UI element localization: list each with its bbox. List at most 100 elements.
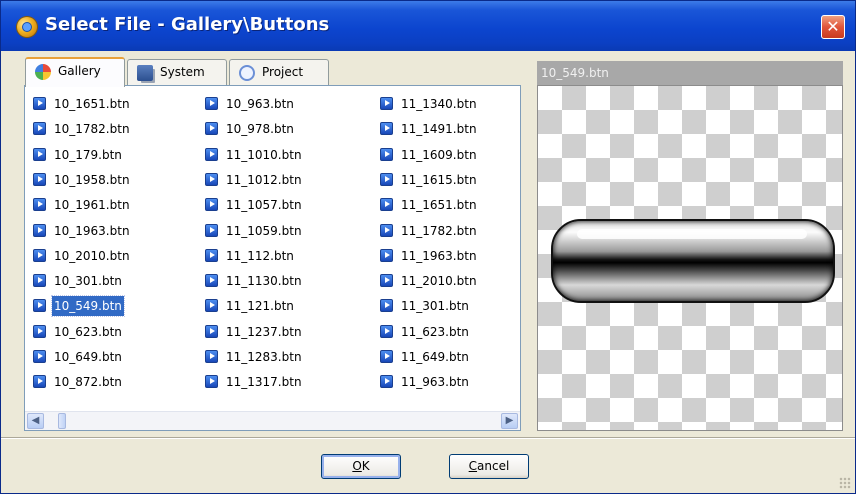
file-name: 11_649.btn [401, 350, 469, 364]
horizontal-scrollbar[interactable]: ◀ ▶ [25, 411, 520, 430]
btn-file-icon [380, 249, 393, 262]
btn-file-icon [33, 325, 46, 338]
tab-project[interactable]: Project [229, 59, 329, 85]
btn-file-icon [380, 148, 393, 161]
file-name: 11_1010.btn [226, 148, 302, 162]
file-name: 11_121.btn [226, 299, 294, 313]
btn-file-icon [380, 173, 393, 186]
cancel-button[interactable]: Cancel [449, 454, 529, 479]
btn-file-icon [380, 274, 393, 287]
file-name: 11_1615.btn [401, 173, 477, 187]
close-button[interactable]: ✕ [821, 15, 845, 39]
file-name: 11_112.btn [226, 249, 294, 263]
scroll-right-button[interactable]: ▶ [501, 413, 518, 429]
resize-grip[interactable] [839, 477, 851, 489]
file-name: 10_549.btn [51, 295, 125, 317]
file-name: 10_1963.btn [54, 224, 130, 238]
btn-file-icon [205, 274, 218, 287]
file-name: 10_301.btn [54, 274, 122, 288]
file-name: 10_1782.btn [54, 122, 130, 136]
btn-file-icon [33, 299, 46, 312]
tab-label: System [160, 65, 205, 79]
file-name: 11_1491.btn [401, 122, 477, 136]
btn-file-icon [380, 299, 393, 312]
file-name: 10_649.btn [54, 350, 122, 364]
btn-file-icon [205, 173, 218, 186]
file-name: 10_978.btn [226, 122, 294, 136]
tab-label: Project [262, 65, 304, 79]
tab-label: Gallery [58, 64, 101, 78]
file-name: 11_1059.btn [226, 224, 302, 238]
btn-file-icon [33, 148, 46, 161]
btn-file-icon [380, 350, 393, 363]
btn-file-icon [205, 249, 218, 262]
scroll-thumb[interactable] [58, 413, 66, 429]
btn-file-icon [33, 375, 46, 388]
preview-filename: 10_549.btn [537, 61, 843, 85]
system-icon [137, 65, 153, 81]
preview-pane [537, 85, 843, 431]
btn-file-icon [33, 173, 46, 186]
file-name: 10_1651.btn [54, 97, 130, 111]
ok-button[interactable]: OK [321, 454, 401, 479]
btn-file-icon [33, 122, 46, 135]
btn-file-icon [33, 224, 46, 237]
file-name: 11_1283.btn [226, 350, 302, 364]
scroll-left-button[interactable]: ◀ [27, 413, 44, 429]
btn-file-icon [205, 224, 218, 237]
file-name: 11_1317.btn [226, 375, 302, 389]
btn-file-icon [205, 325, 218, 338]
file-name: 11_623.btn [401, 325, 469, 339]
btn-file-icon [380, 325, 393, 338]
file-name: 11_1057.btn [226, 198, 302, 212]
tab-gallery[interactable]: Gallery [25, 57, 125, 87]
file-name: 11_1237.btn [226, 325, 302, 339]
file-name: 10_1961.btn [54, 198, 130, 212]
file-name: 10_179.btn [54, 148, 122, 162]
btn-file-icon [205, 198, 218, 211]
btn-file-icon [205, 122, 218, 135]
btn-file-icon [33, 274, 46, 287]
file-name: 11_963.btn [401, 375, 469, 389]
file-name: 10_1958.btn [54, 173, 130, 187]
btn-file-icon [205, 148, 218, 161]
btn-file-icon [380, 97, 393, 110]
btn-file-icon [380, 198, 393, 211]
button-preview-image [551, 219, 835, 303]
file-name: 11_2010.btn [401, 274, 477, 288]
btn-file-icon [205, 375, 218, 388]
cancel-mnemonic: C [468, 459, 478, 473]
btn-file-icon [33, 97, 46, 110]
file-name: 11_1340.btn [401, 97, 477, 111]
btn-file-icon [380, 375, 393, 388]
file-name: 10_623.btn [54, 325, 122, 339]
file-name: 11_1130.btn [226, 274, 302, 288]
btn-file-icon [380, 224, 393, 237]
file-name: 11_1012.btn [226, 173, 302, 187]
btn-file-icon [205, 299, 218, 312]
tab-system[interactable]: System [127, 59, 227, 85]
cancel-label: ancel [477, 459, 510, 473]
ok-label: K [361, 459, 370, 473]
file-name: 10_2010.btn [54, 249, 130, 263]
btn-file-icon [33, 249, 46, 262]
app-icon [17, 17, 37, 37]
btn-file-icon [205, 350, 218, 363]
project-icon [239, 65, 255, 81]
btn-file-icon [33, 198, 46, 211]
title-bar[interactable]: Select File - Gallery\Buttons ✕ [1, 1, 855, 51]
select-file-dialog: Select File - Gallery\Buttons ✕ Gallery … [0, 0, 856, 494]
btn-file-icon [205, 97, 218, 110]
file-name: 11_1782.btn [401, 224, 477, 238]
btn-file-icon [33, 350, 46, 363]
file-name: 11_1609.btn [401, 148, 477, 162]
gallery-icon [35, 64, 51, 80]
file-name: 11_301.btn [401, 299, 469, 313]
file-list[interactable]: 10_1651.btn 10_1782.btn 10_179.btn 10_1958.… [24, 85, 521, 431]
btn-file-icon [380, 122, 393, 135]
footer-divider [1, 437, 855, 439]
ok-mnemonic: O [352, 459, 362, 473]
file-name: 10_872.btn [54, 375, 122, 389]
file-name: 11_1963.btn [401, 249, 477, 263]
file-name: 11_1651.btn [401, 198, 477, 212]
